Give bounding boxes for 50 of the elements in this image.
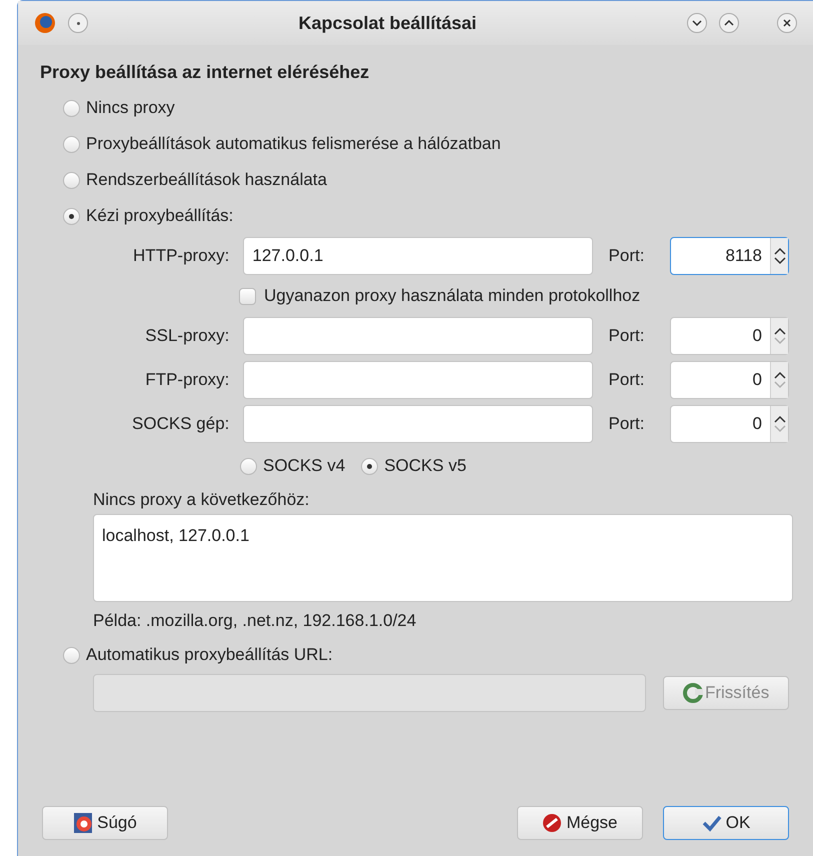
port-label: Port: [608,413,646,436]
reload-icon [682,683,703,703]
cancel-button[interactable]: Mégse [517,806,643,840]
help-button[interactable]: Súgó [42,806,168,840]
host-field[interactable] [243,405,593,443]
minimize-button[interactable] [687,13,707,33]
radio-button[interactable] [63,136,80,152]
host-field[interactable] [243,361,593,399]
maximize-button[interactable] [719,13,739,33]
checkmark-icon [702,814,722,832]
port-label: Port: [608,245,646,268]
host-field[interactable] [243,317,593,355]
radio-button[interactable] [63,172,80,188]
proxy-label: SSL-proxy: [144,325,230,348]
close-icon [783,19,791,27]
port-spinbox[interactable]: 0 [670,361,789,399]
chevron-up-icon [724,20,734,26]
radio-label[interactable]: Nincs proxy [86,95,175,121]
cancel-icon [542,813,562,833]
port-spinbox[interactable]: 8118 [670,237,789,275]
radio-label[interactable]: SOCKS v5 [384,453,466,479]
port-spinbox[interactable]: 0 [670,405,789,443]
lifebuoy-icon [73,813,94,833]
proxy-label: HTTP-proxy: [132,245,230,268]
port-spinbox[interactable]: 0 [670,317,789,355]
radio-button[interactable] [240,458,257,474]
no-proxy-textarea[interactable]: localhost, 127.0.0.1 [93,514,793,602]
chevron-down-icon [692,20,702,26]
section-heading: Proxy beállítása az internet eléréséhez [40,61,370,84]
example-hint: Példa: .mozilla.org, .net.nz, 192.168.1.0/24 [93,610,418,632]
port-label: Port: [608,325,646,348]
close-button[interactable] [777,13,797,33]
radio-button[interactable] [63,208,80,224]
radio-label[interactable]: Proxybeállítások automatikus felismerése a hálózatban [86,131,501,157]
radio-button[interactable] [361,458,378,474]
checkbox[interactable] [239,288,256,304]
ok-button[interactable]: OK [663,806,789,840]
app-logo-icon [34,12,56,34]
no-proxy-label: Nincs proxy a következőhöz: [93,489,310,512]
proxy-label: SOCKS gép: [131,413,230,436]
host-field[interactable]: 127.0.0.1 [243,237,593,275]
radio-button[interactable] [63,100,80,116]
port-label: Port: [608,369,646,392]
checkbox-label[interactable]: Ugyanazon proxy használata minden protokollhoz [264,283,640,309]
window-menu-button[interactable] [68,13,88,33]
proxy-label: FTP-proxy: [144,369,230,392]
radio-label[interactable]: SOCKS v4 [263,453,346,479]
radio-label[interactable]: Rendszerbeállítások használata [86,167,327,193]
radio-label[interactable]: Kézi proxybeállítás: [86,203,234,229]
window-title: Kapcsolat beállításai [297,12,478,35]
